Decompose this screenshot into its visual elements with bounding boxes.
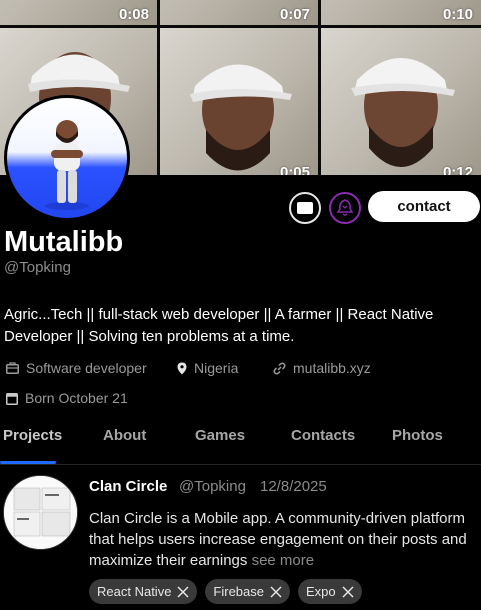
profile-job: Software developer — [6, 360, 147, 376]
link-icon — [273, 362, 286, 374]
profile-birthday-text: Born October 21 — [25, 390, 128, 406]
location-pin-icon — [177, 362, 187, 374]
avatar-figure — [45, 120, 89, 210]
video-duration: 0:07 — [279, 6, 310, 23]
project-screenshot — [4, 476, 77, 549]
video-thumbnail[interactable]: 0:07 — [160, 0, 318, 25]
close-icon[interactable] — [177, 585, 189, 598]
project-author-handle: @Topking — [179, 478, 246, 495]
tab-photos[interactable]: Photos — [392, 427, 443, 444]
project-description: Clan Circle is a Mobile app. A community… — [89, 508, 477, 571]
profile-website[interactable]: mutalibb.xyz — [273, 360, 371, 376]
profile-name: Mutalibb — [4, 226, 124, 258]
see-more-link[interactable]: see more — [252, 552, 315, 569]
profile-location: Nigeria — [177, 360, 238, 376]
tag-label: React Native — [97, 584, 172, 599]
subscribe-button[interactable] — [329, 192, 361, 224]
video-duration: 0:12 — [442, 164, 473, 175]
video-thumbnail[interactable]: 0:12 — [321, 28, 481, 175]
bell-subscribe-icon — [337, 199, 353, 216]
person-photo — [190, 64, 292, 171]
profile-bio: Agric...Tech || full-stack web developer… — [4, 306, 434, 345]
profile-tabs: Projects About Games Contacts Photos — [0, 425, 481, 465]
tab-projects[interactable]: Projects — [3, 427, 62, 444]
calendar-icon — [6, 392, 18, 405]
project-date: 12/8/2025 — [260, 478, 327, 495]
profile-handle: @Topking — [4, 259, 71, 276]
video-duration: 0:10 — [442, 6, 473, 23]
tag-label: Expo — [306, 584, 336, 599]
tag-chip[interactable]: Expo — [298, 579, 362, 604]
contact-button[interactable]: contact — [368, 191, 480, 222]
active-tab-indicator — [0, 461, 56, 464]
tab-about[interactable]: About — [103, 427, 146, 444]
message-icon — [297, 202, 313, 214]
tag-chip[interactable]: Firebase — [205, 579, 290, 604]
profile-job-text: Software developer — [26, 360, 147, 376]
close-icon[interactable] — [342, 585, 354, 598]
tab-contacts[interactable]: Contacts — [291, 427, 355, 444]
profile-birthday: Born October 21 — [6, 390, 128, 406]
tag-chip[interactable]: React Native — [89, 579, 198, 604]
briefcase-icon — [6, 362, 19, 374]
video-thumbnail[interactable]: 0:08 — [0, 0, 157, 25]
close-icon[interactable] — [270, 585, 282, 598]
avatar-image — [7, 98, 127, 218]
project-title[interactable]: Clan Circle — [89, 478, 167, 495]
message-button[interactable] — [289, 192, 321, 224]
profile-avatar[interactable] — [4, 95, 130, 221]
project-tags: React Native Firebase Expo — [89, 579, 362, 604]
video-thumbnail[interactable]: 0:10 — [321, 0, 481, 25]
video-duration: 0:05 — [279, 164, 310, 175]
video-thumbnail[interactable]: 0:05 — [160, 28, 318, 175]
tag-label: Firebase — [213, 584, 264, 599]
profile-website-link[interactable]: mutalibb.xyz — [293, 360, 371, 376]
tab-games[interactable]: Games — [195, 427, 245, 444]
person-photo — [351, 58, 455, 167]
profile-location-text: Nigeria — [194, 360, 239, 376]
video-duration: 0:08 — [118, 6, 149, 23]
project-thumbnail[interactable] — [3, 475, 78, 550]
